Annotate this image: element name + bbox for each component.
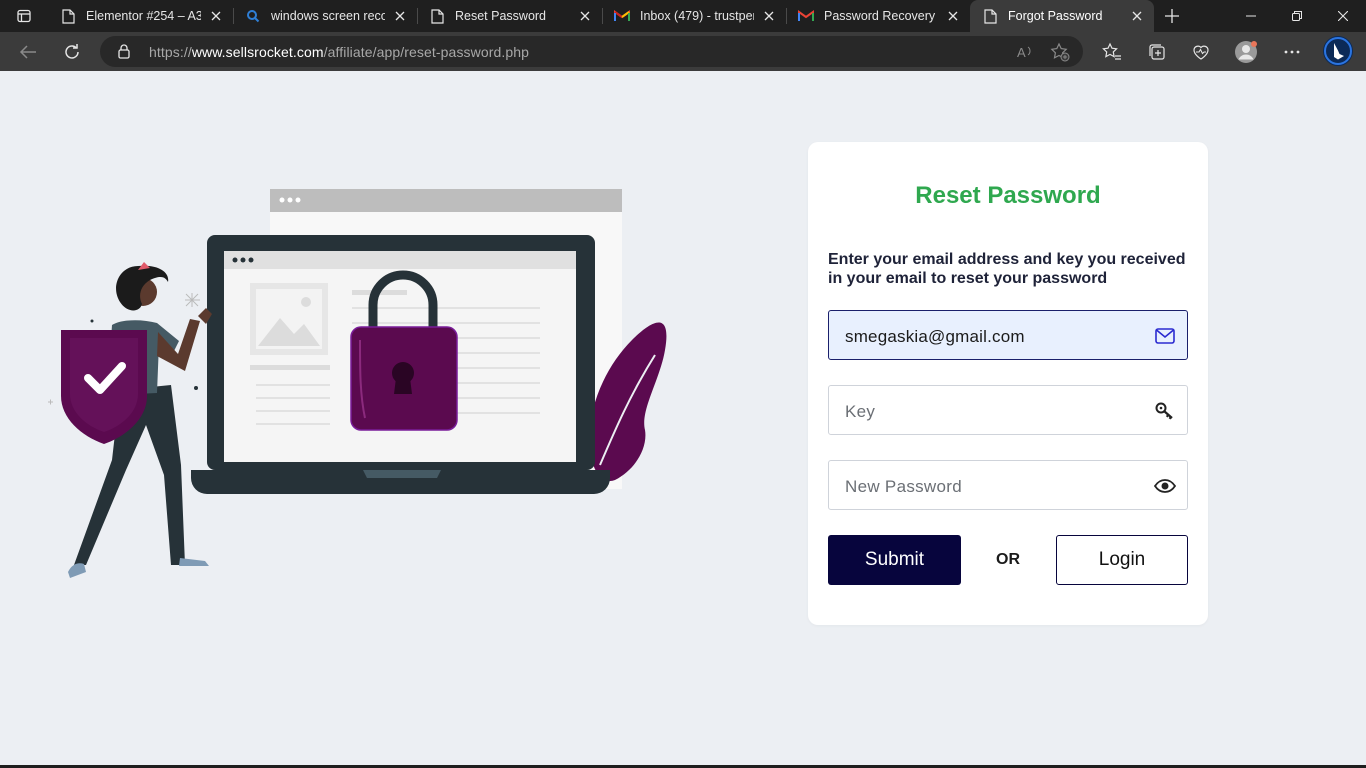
refresh-button[interactable] [56, 36, 88, 68]
bing-chat-icon[interactable] [1322, 35, 1354, 67]
url-path: /affiliate/app/reset-password.php [323, 44, 530, 60]
close-icon[interactable] [760, 7, 778, 25]
url-prefix: https:// [149, 44, 192, 60]
tab-password-recovery[interactable]: Password Recovery - S [786, 0, 970, 32]
minimize-icon [1246, 15, 1256, 17]
collections-icon[interactable] [1145, 40, 1169, 64]
password-placeholder: New Password [845, 477, 962, 496]
url-text[interactable]: https://www.sellsrocket.com/affiliate/ap… [149, 44, 529, 60]
close-window-button[interactable] [1320, 0, 1366, 32]
tab-reset-password[interactable]: Reset Password [417, 0, 602, 32]
instructions-text: Enter your email address and key you rec… [828, 251, 1186, 287]
key-field[interactable]: Key [828, 385, 1188, 435]
or-separator: OR [996, 551, 1020, 568]
tab-title: Reset Password [455, 9, 547, 23]
tab-strip: Elementor #254 – A3in windows screen rec… [0, 0, 1366, 32]
tab-forgot-password[interactable]: Forgot Password [970, 0, 1154, 32]
tab-actions-button[interactable] [0, 0, 48, 32]
eye-icon[interactable] [1153, 474, 1177, 498]
close-icon[interactable] [944, 7, 962, 25]
more-options-icon[interactable] [1280, 40, 1304, 64]
tab-title: Inbox (479) - trustpen [640, 9, 754, 23]
tab-actions-icon [17, 9, 31, 23]
close-icon[interactable] [207, 7, 225, 25]
email-value: smegaskia@gmail.com [845, 327, 1025, 346]
restore-button[interactable] [1274, 0, 1320, 32]
tab-title: Password Recovery - S [824, 9, 938, 23]
tab-elementor[interactable]: Elementor #254 – A3in [48, 0, 233, 32]
new-password-field[interactable]: New Password [828, 460, 1188, 510]
page-icon [982, 8, 998, 24]
refresh-icon [65, 44, 79, 59]
svg-text:A: A [1017, 45, 1026, 60]
browser-toolbar: https://www.sellsrocket.com/affiliate/ap… [0, 32, 1366, 71]
close-icon[interactable] [576, 7, 594, 25]
envelope-icon [1153, 324, 1177, 348]
key-placeholder: Key [845, 402, 876, 421]
login-button[interactable]: Login [1056, 535, 1188, 585]
performance-icon[interactable] [1189, 40, 1213, 64]
url-domain: www.sellsrocket.com [191, 44, 324, 60]
back-button[interactable] [12, 36, 44, 68]
page-title: Reset Password [915, 182, 1101, 209]
gmail-icon [614, 8, 630, 24]
new-tab-button[interactable] [1154, 0, 1190, 32]
close-icon[interactable] [391, 7, 409, 25]
restore-icon [1292, 11, 1302, 21]
tab-title: Forgot Password [1008, 9, 1103, 23]
reset-password-card: Reset Password Enter your email address … [808, 142, 1208, 625]
security-illustration [40, 180, 680, 595]
tab-screen-recorder[interactable]: windows screen recod [233, 0, 417, 32]
window-controls [1228, 0, 1366, 32]
add-favorite-icon[interactable] [1050, 42, 1070, 62]
minimize-button[interactable] [1228, 0, 1274, 32]
email-field[interactable]: smegaskia@gmail.com [828, 310, 1188, 360]
tab-inbox[interactable]: Inbox (479) - trustpen [602, 0, 786, 32]
page-icon [429, 8, 445, 24]
back-arrow-icon [19, 45, 36, 59]
plus-icon [1165, 9, 1179, 23]
tab-title: windows screen recod [271, 9, 385, 23]
read-aloud-icon[interactable]: A [1016, 42, 1036, 62]
gmail-icon [798, 8, 814, 24]
address-bar[interactable]: https://www.sellsrocket.com/affiliate/ap… [100, 36, 1083, 67]
page-icon [60, 8, 76, 24]
submit-button[interactable]: Submit [828, 535, 961, 585]
search-icon [245, 8, 261, 24]
close-icon[interactable] [1128, 7, 1146, 25]
lock-icon[interactable] [118, 44, 130, 64]
close-icon [1338, 11, 1348, 21]
profile-avatar[interactable] [1234, 40, 1258, 64]
favorites-icon[interactable] [1100, 40, 1124, 64]
tab-title: Elementor #254 – A3in [86, 9, 201, 23]
key-icon [1153, 399, 1177, 423]
